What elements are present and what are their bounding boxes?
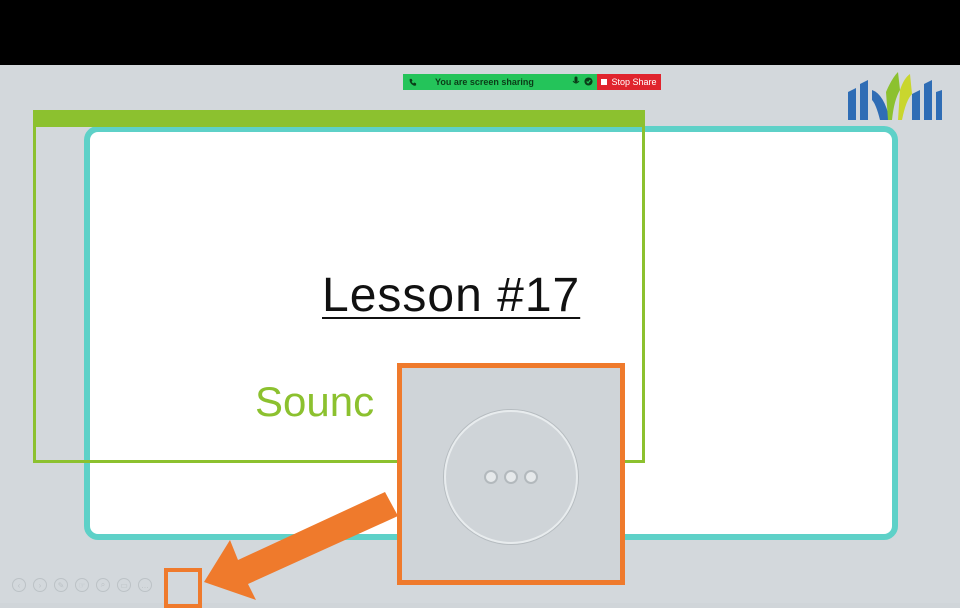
next-icon[interactable]: › bbox=[33, 578, 47, 592]
slideshow-toolbar: ‹ › ✎ ☞ ⌕ ▭ … bbox=[12, 578, 152, 592]
stop-share-label: Stop Share bbox=[611, 77, 657, 87]
phone-icon bbox=[407, 77, 417, 87]
dot-icon bbox=[504, 470, 518, 484]
lesson-title: Lesson #17 bbox=[322, 269, 581, 322]
more-options-icon-magnified[interactable] bbox=[444, 410, 578, 544]
letterbox-top bbox=[0, 0, 960, 65]
toolbar-highlight-box bbox=[164, 568, 202, 608]
slides-icon[interactable]: ▭ bbox=[117, 578, 131, 592]
school-logo bbox=[840, 70, 948, 126]
mic-icon bbox=[572, 76, 580, 88]
stop-icon bbox=[601, 79, 608, 85]
shield-icon bbox=[584, 76, 593, 88]
sharing-status: You are screen sharing bbox=[403, 74, 597, 90]
zoom-icon[interactable]: ⌕ bbox=[96, 578, 110, 592]
previous-icon[interactable]: ‹ bbox=[12, 578, 26, 592]
pointer-icon[interactable]: ☞ bbox=[75, 578, 89, 592]
zoom-callout bbox=[397, 363, 625, 585]
sharing-status-text: You are screen sharing bbox=[435, 77, 534, 87]
stop-share-button[interactable]: Stop Share bbox=[597, 74, 661, 90]
more-options-icon[interactable]: … bbox=[138, 578, 152, 592]
screen-sharing-bar[interactable]: You are screen sharing Stop Share bbox=[403, 74, 661, 90]
dot-icon bbox=[524, 470, 538, 484]
pen-icon[interactable]: ✎ bbox=[54, 578, 68, 592]
dot-icon bbox=[484, 470, 498, 484]
